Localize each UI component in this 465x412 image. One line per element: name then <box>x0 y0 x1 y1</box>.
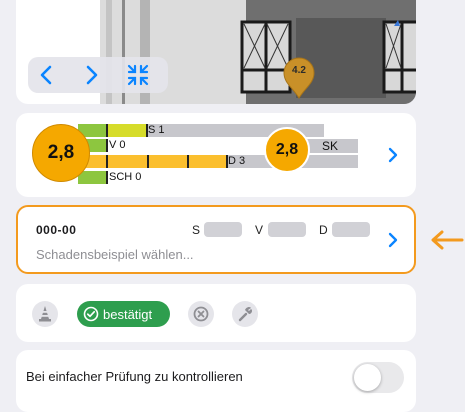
close-circle-icon[interactable] <box>188 301 214 332</box>
bar-label-v: V 0 <box>109 139 126 151</box>
sk-label: SK <box>322 139 339 153</box>
bar-label-sch: SCH 0 <box>109 171 142 183</box>
traffic-cone-icon[interactable] <box>32 301 58 332</box>
collapse-icon[interactable] <box>120 57 156 93</box>
chevron-right-icon[interactable] <box>74 57 110 93</box>
status-card: bestätigt <box>16 284 416 342</box>
score-badge-sk: 2,8 <box>264 127 310 173</box>
score-badge-main: 2,8 <box>32 124 90 182</box>
arrow-left-icon <box>431 230 464 250</box>
tool-icon[interactable] <box>232 301 258 332</box>
damage-example-card[interactable]: 000-00 S V D Schadensbeispiel wählen... <box>16 205 416 274</box>
bar-label-d: D 3 <box>228 155 246 167</box>
bar-sch <box>78 171 106 184</box>
photo-card[interactable]: 4.2 <box>16 0 416 104</box>
simple-inspection-label: Bei einfacher Prüfung zu kontrollieren <box>26 369 243 384</box>
damage-d-value <box>332 222 370 237</box>
chevron-right-icon[interactable] <box>387 147 399 163</box>
simple-inspection-card: Bei einfacher Prüfung zu kontrollieren <box>16 350 416 412</box>
check-circle-icon <box>83 306 99 322</box>
damage-v-label: V <box>255 223 264 237</box>
chevron-right-icon[interactable] <box>387 232 399 248</box>
damage-v-value <box>268 222 306 237</box>
toggle-knob <box>354 364 381 391</box>
confirmed-status-button[interactable]: bestätigt <box>77 301 170 327</box>
bar-label-s: S 1 <box>148 124 165 136</box>
location-pin-icon[interactable]: 4.2 <box>282 56 316 100</box>
damage-code: 000-00 <box>36 223 77 237</box>
simple-inspection-toggle[interactable] <box>352 362 404 393</box>
damage-hint: Schadensbeispiel wählen... <box>36 247 194 262</box>
condition-rating-card[interactable]: S 1 V 0 D 3 SCH 0 SK 2,8 2,8 <box>16 113 416 197</box>
damage-d-label: D <box>319 223 328 237</box>
photo-navigation <box>28 57 168 93</box>
damage-s-label: S <box>192 223 201 237</box>
chevron-left-icon[interactable] <box>28 57 64 93</box>
damage-s-value <box>204 222 242 237</box>
confirmed-label: bestätigt <box>103 306 153 322</box>
pin-label: 4.2 <box>292 65 306 76</box>
